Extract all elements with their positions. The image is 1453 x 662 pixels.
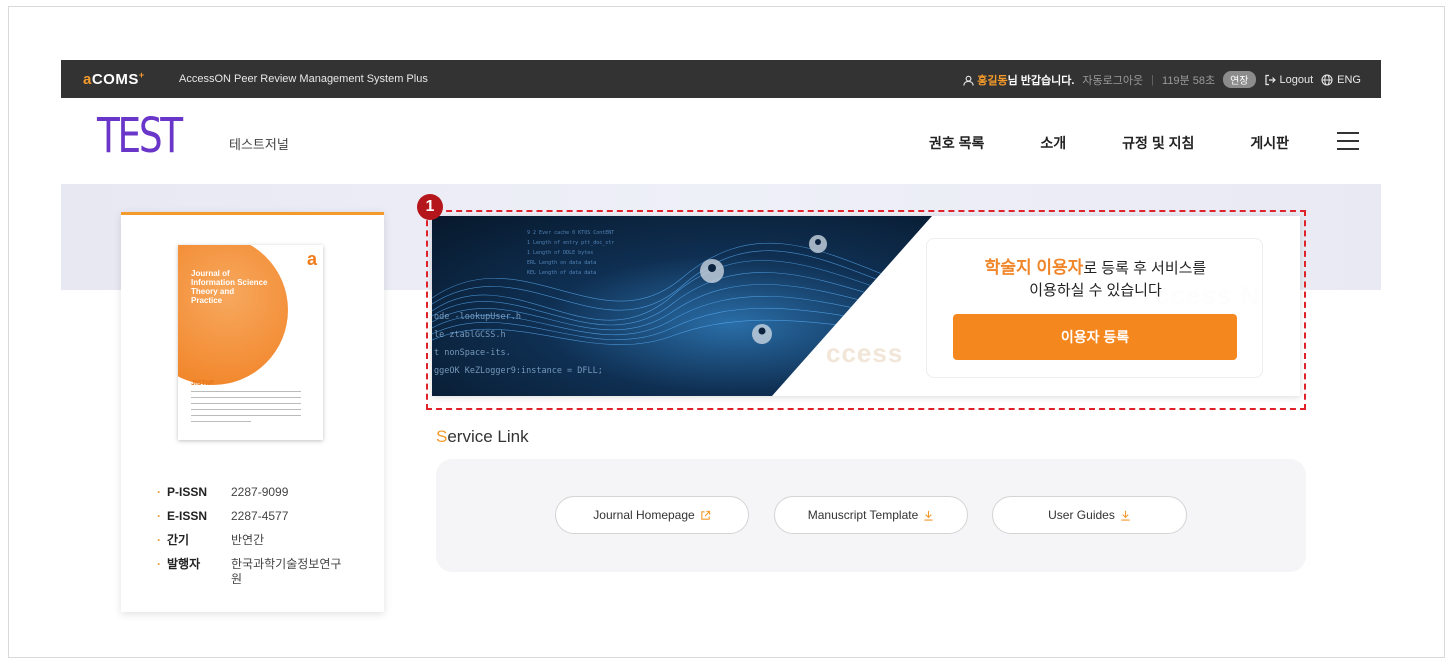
info-row-pissn: P-ISSN2287-9099 <box>157 485 351 500</box>
registration-message: 학술지 이용자로 등록 후 서비스를 이용하실 수 있습니다 <box>984 258 1207 299</box>
user-icon <box>963 75 974 86</box>
download-icon <box>1121 510 1130 521</box>
language-switch[interactable]: ENG <box>1321 74 1361 86</box>
cover-tag: JISTaP <box>191 380 214 387</box>
svg-text:1 Length of DDLE bytes: 1 Length of DDLE bytes <box>527 250 593 256</box>
nav-about[interactable]: 소개 <box>1040 133 1066 153</box>
greeting-suffix: 님 반갑습니다. <box>1007 74 1075 87</box>
user-registration-banner: 9 2 Ever cache 0 KTOS ContENT 1 Length o… <box>432 216 1300 396</box>
svg-text:ERL Length on data data: ERL Length on data data <box>527 260 596 266</box>
nav-guidelines[interactable]: 규정 및 지침 <box>1122 133 1194 153</box>
top-bar: aCOMS+ AccessON Peer Review Management S… <box>61 60 1381 98</box>
top-bar-user-area: 홍길동님 반갑습니다. 자동로그아웃 | 119분 58초 연장 Logout … <box>963 71 1361 88</box>
journal-cover-image[interactable]: a Journal of Information Science Theory … <box>178 245 323 440</box>
main-nav: 권호 목록 소개 규정 및 지침 게시판 <box>929 133 1289 153</box>
service-link-box: Journal Homepage Manuscript Template Use… <box>436 459 1306 572</box>
auto-logout-label: 자동로그아웃 <box>1082 74 1144 87</box>
nav-board[interactable]: 게시판 <box>1250 133 1289 153</box>
accesson-watermark: ccess <box>826 338 904 368</box>
manuscript-template-button[interactable]: Manuscript Template <box>774 496 968 534</box>
system-name: AccessON Peer Review Management System P… <box>179 73 428 85</box>
journal-homepage-button[interactable]: Journal Homepage <box>555 496 749 534</box>
nav-issues[interactable]: 권호 목록 <box>929 133 984 153</box>
user-guides-button[interactable]: User Guides <box>992 496 1187 534</box>
logout-icon <box>1264 74 1276 85</box>
cover-title: Journal of Information Science Theory an… <box>191 269 268 305</box>
language-label: ENG <box>1337 73 1361 86</box>
banner-code-text: ode -lookupUser.h le ztablGCSS.h t nonSp… <box>434 312 603 376</box>
user-greeting: 홍길동님 반갑습니다. <box>963 72 1074 88</box>
info-row-publisher: 발행자한국과학기술정보연구원 <box>157 557 351 587</box>
logout-button[interactable]: Logout <box>1264 73 1314 86</box>
external-link-icon <box>700 510 710 520</box>
journal-name: 테스트저널 <box>229 137 289 152</box>
journal-logo[interactable]: TEST <box>97 108 183 164</box>
info-row-frequency: 간기반연간 <box>157 533 351 548</box>
open-access-icon: a <box>306 249 317 269</box>
svg-text:9 2 Ever cache 0 KTOS ContENT: 9 2 Ever cache 0 KTOS ContENT <box>527 230 614 236</box>
logout-label: Logout <box>1279 73 1314 86</box>
journal-info-card: a Journal of Information Science Theory … <box>121 212 384 612</box>
user-name: 홍길동 <box>977 74 1008 87</box>
hamburger-menu-icon[interactable] <box>1337 132 1359 150</box>
user-register-button[interactable]: 이용자 등록 <box>953 314 1237 360</box>
banner-image: 9 2 Ever cache 0 KTOS ContENT 1 Length o… <box>432 216 932 396</box>
journal-header: TEST 테스트저널 권호 목록 소개 규정 및 지침 게시판 <box>61 98 1381 184</box>
svg-text:KEL Length of data data: KEL Length of data data <box>527 270 596 276</box>
acoms-logo[interactable]: aCOMS+ <box>83 70 145 88</box>
extend-button[interactable]: 연장 <box>1223 71 1256 88</box>
registration-panel: 학술지 이용자로 등록 후 서비스를 이용하실 수 있습니다 이용자 등록 <box>926 238 1263 378</box>
download-icon <box>924 510 933 521</box>
page-frame: aCOMS+ AccessON Peer Review Management S… <box>8 6 1445 658</box>
globe-icon <box>1321 73 1333 86</box>
divider: | <box>1151 73 1155 86</box>
annotation-marker: 1 <box>417 194 443 220</box>
journal-info-list: P-ISSN2287-9099 E-ISSN2287-4577 간기반연간 발행… <box>157 485 351 596</box>
info-row-eissn: E-ISSN2287-4577 <box>157 509 351 524</box>
service-link-title: Service Link <box>436 427 529 446</box>
svg-text:1 Length of entry ptt_doc_str: 1 Length of entry ptt_doc_str <box>527 240 614 246</box>
remaining-time: 119분 58초 <box>1162 74 1216 87</box>
